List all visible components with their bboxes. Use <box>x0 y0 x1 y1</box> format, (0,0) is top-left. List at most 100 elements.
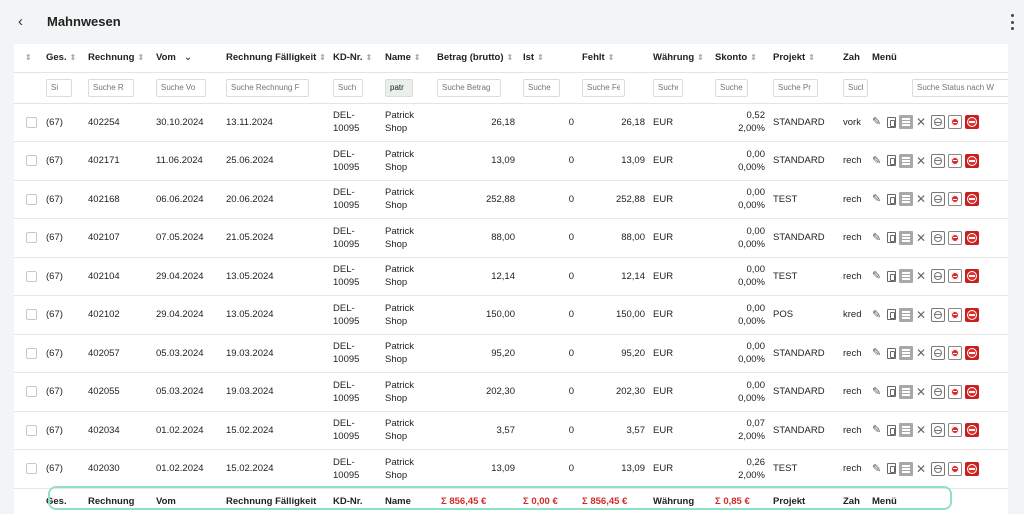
minus-red-icon[interactable] <box>948 384 962 399</box>
pdf-print-icon[interactable] <box>899 115 913 130</box>
pencil-icon[interactable]: ✎ <box>872 347 884 359</box>
col-name[interactable]: Name <box>385 44 437 73</box>
pdf-print-icon[interactable] <box>899 153 913 168</box>
stop-icon[interactable] <box>965 230 979 245</box>
minus-red-icon[interactable] <box>948 461 962 476</box>
pdf-print-icon[interactable] <box>899 307 913 322</box>
pdf-print-icon[interactable] <box>899 269 913 284</box>
filter-fehlt-input[interactable] <box>582 78 625 97</box>
pdf-print-icon[interactable] <box>899 461 913 476</box>
pdf-icon[interactable] <box>887 155 896 167</box>
table-row[interactable]: (67) 402034 01.02.2024 15.02.2024 DEL- 10095 P… <box>14 411 1008 450</box>
pencil-icon[interactable]: ✎ <box>872 463 884 475</box>
minus-red-icon[interactable] <box>948 115 962 130</box>
row-checkbox[interactable] <box>26 270 37 282</box>
pencil-icon[interactable]: ✎ <box>872 424 884 436</box>
pencil-icon[interactable]: ✎ <box>872 232 884 244</box>
stop-icon[interactable] <box>965 115 979 130</box>
stop-icon[interactable] <box>965 192 979 207</box>
col-faelligkeit[interactable]: Rechnung Fälligkeit <box>226 44 333 73</box>
filter-waehrung-input[interactable] <box>653 78 683 97</box>
pdf-icon[interactable] <box>887 386 896 398</box>
minus-gray-icon[interactable] <box>931 153 945 168</box>
table-row[interactable]: (67) 402168 06.06.2024 20.06.2024 DEL- 10095 P… <box>14 180 1008 219</box>
close-icon[interactable]: ✕ <box>916 155 928 167</box>
minus-gray-icon[interactable] <box>931 230 945 245</box>
col-fehlt[interactable]: Fehlt <box>582 44 653 73</box>
stop-icon[interactable] <box>965 346 979 361</box>
pdf-icon[interactable] <box>887 232 896 244</box>
col-zah[interactable]: Zah <box>843 44 872 73</box>
close-icon[interactable]: ✕ <box>916 424 928 436</box>
filter-name-input[interactable] <box>385 78 413 97</box>
col-waehrung[interactable]: Währung <box>653 44 715 73</box>
minus-red-icon[interactable] <box>948 153 962 168</box>
filter-faelligkeit-input[interactable] <box>226 78 309 97</box>
pencil-icon[interactable]: ✎ <box>872 386 884 398</box>
table-row[interactable]: (67) 402030 01.02.2024 15.02.2024 DEL- 10095 P… <box>14 449 1008 489</box>
minus-red-icon[interactable] <box>948 230 962 245</box>
stop-icon[interactable] <box>965 269 979 284</box>
minus-red-icon[interactable] <box>948 307 962 322</box>
close-icon[interactable]: ✕ <box>916 386 928 398</box>
col-projekt[interactable]: Projekt <box>773 44 843 73</box>
filter-zah-input[interactable] <box>843 78 868 97</box>
pencil-icon[interactable]: ✎ <box>872 155 884 167</box>
minus-gray-icon[interactable] <box>931 269 945 284</box>
pdf-print-icon[interactable] <box>899 384 913 399</box>
stop-icon[interactable] <box>965 384 979 399</box>
table-row[interactable]: (67) 402107 07.05.2024 21.05.2024 DEL- 10095 P… <box>14 218 1008 258</box>
minus-gray-icon[interactable] <box>931 461 945 476</box>
pdf-icon[interactable] <box>887 309 896 321</box>
table-row[interactable]: (67) 402057 05.03.2024 19.03.2024 DEL- 10095 P… <box>14 334 1008 373</box>
pencil-icon[interactable]: ✎ <box>872 309 884 321</box>
pdf-print-icon[interactable] <box>899 230 913 245</box>
table-row[interactable]: (67) 402171 11.06.2024 25.06.2024 DEL- 10095 P… <box>14 141 1008 181</box>
kebab-menu-icon[interactable] <box>1008 14 1016 30</box>
stop-icon[interactable] <box>965 423 979 438</box>
close-icon[interactable]: ✕ <box>916 232 928 244</box>
minus-gray-icon[interactable] <box>931 307 945 322</box>
close-icon[interactable]: ✕ <box>916 309 928 321</box>
close-icon[interactable]: ✕ <box>916 270 928 282</box>
close-icon[interactable]: ✕ <box>916 193 928 205</box>
filter-rechnung-input[interactable] <box>88 78 134 97</box>
pdf-print-icon[interactable] <box>899 346 913 361</box>
row-checkbox[interactable] <box>26 155 37 167</box>
row-checkbox[interactable] <box>26 386 37 398</box>
select-all-sort[interactable] <box>14 44 46 73</box>
row-checkbox[interactable] <box>26 347 37 359</box>
col-rechnung[interactable]: Rechnung <box>88 44 156 73</box>
close-icon[interactable]: ✕ <box>916 347 928 359</box>
filter-ist-input[interactable] <box>523 78 560 97</box>
table-row[interactable]: (67) 402055 05.03.2024 19.03.2024 DEL- 10095 P… <box>14 372 1008 412</box>
row-checkbox[interactable] <box>26 424 37 436</box>
minus-gray-icon[interactable] <box>931 192 945 207</box>
minus-red-icon[interactable] <box>948 346 962 361</box>
minus-gray-icon[interactable] <box>931 384 945 399</box>
minus-gray-icon[interactable] <box>931 423 945 438</box>
pdf-print-icon[interactable] <box>899 423 913 438</box>
col-betrag[interactable]: Betrag (brutto) <box>437 44 523 73</box>
table-row[interactable]: (67) 402254 30.10.2024 13.11.2024 DEL- 10095 P… <box>14 103 1008 142</box>
pdf-icon[interactable] <box>887 270 896 282</box>
col-kd-nr[interactable]: KD-Nr. <box>333 44 385 73</box>
filter-kd-input[interactable] <box>333 78 363 97</box>
close-icon[interactable]: ✕ <box>916 463 928 475</box>
row-checkbox[interactable] <box>26 193 37 205</box>
close-icon[interactable]: ✕ <box>916 116 928 128</box>
stop-icon[interactable] <box>965 461 979 476</box>
row-checkbox[interactable] <box>26 232 37 244</box>
pdf-icon[interactable] <box>887 193 896 205</box>
pdf-icon[interactable] <box>887 463 896 475</box>
minus-gray-icon[interactable] <box>931 346 945 361</box>
col-ges[interactable]: Ges. <box>46 44 88 73</box>
filter-vom-input[interactable] <box>156 78 206 97</box>
pencil-icon[interactable]: ✎ <box>872 270 884 282</box>
table-row[interactable]: (67) 402102 29.04.2024 13.05.2024 DEL- 10095 P… <box>14 295 1008 335</box>
table-row[interactable]: (67) 402104 29.04.2024 13.05.2024 DEL- 10095 P… <box>14 257 1008 296</box>
stop-icon[interactable] <box>965 153 979 168</box>
pdf-print-icon[interactable] <box>899 192 913 207</box>
filter-projekt-input[interactable] <box>773 78 818 97</box>
row-checkbox[interactable] <box>26 116 37 128</box>
